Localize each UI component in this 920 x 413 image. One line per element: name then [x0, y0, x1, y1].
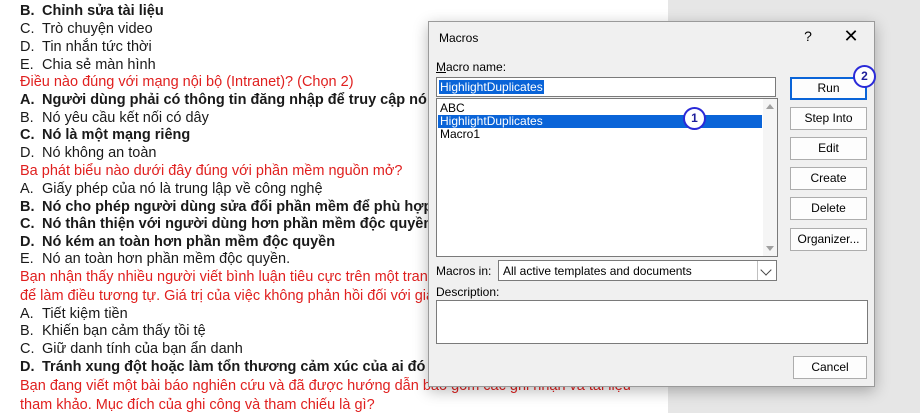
question-line: Bạn nhận thấy nhiều người viết bình luận… — [20, 268, 436, 286]
chevron-down-icon[interactable] — [757, 261, 776, 280]
macro-name-label-rest: acro name: — [446, 60, 507, 74]
line-text: Giấy phép của nó là trung lập về công ng… — [42, 181, 323, 197]
line-text: Tin nhắn tức thời — [42, 39, 152, 55]
answer-line: B. Khiến bạn cảm thấy tồi tệ — [20, 322, 206, 340]
answer-line: E. Nó an toàn hơn phần mềm độc quyền. — [20, 250, 290, 268]
line-text: Tránh xung đột hoặc làm tổn thương cảm x… — [42, 359, 426, 375]
line-text: Khiến bạn cảm thấy tồi tệ — [42, 323, 206, 339]
cancel-button[interactable]: Cancel — [793, 356, 867, 379]
line-text: Nó an toàn hơn phần mềm độc quyền. — [42, 251, 291, 267]
answer-letter: E. — [20, 57, 34, 73]
scroll-up-icon[interactable] — [766, 104, 774, 109]
question-line: để làm điều tương tự. Giá trị của việc k… — [20, 287, 442, 305]
line-text: Nó không an toàn — [42, 145, 157, 161]
annotation-badge-2: 2 — [853, 65, 876, 88]
line-text: Nó cho phép người dùng sửa đổi phần mềm … — [42, 199, 472, 215]
answer-letter: D. — [20, 359, 35, 375]
description-label: Description: — [436, 285, 500, 299]
macros-in-label: Macros in: — [436, 264, 492, 278]
delete-button[interactable]: Delete — [790, 197, 867, 220]
answer-letter: B. — [20, 110, 34, 126]
organizer-button[interactable]: Organizer... — [790, 228, 867, 251]
description-box — [436, 300, 868, 344]
answer-line: B. Nó yêu cầu kết nối có dây — [20, 109, 209, 127]
macro-name-label: Macro name: — [436, 60, 507, 74]
answer-letter: C. — [20, 127, 35, 143]
macros-dialog: Macros ? ✕ Macro name: HighlightDuplicat… — [428, 21, 875, 387]
line-text: Nó thân thiện với người dùng hơn phần mề… — [42, 216, 433, 232]
question-line: Ba phát biểu nào dưới đây đúng với phần … — [20, 162, 402, 180]
macro-name-value: HighlightDuplicates — [439, 80, 544, 94]
line-text: để làm điều tương tự. Giá trị của việc k… — [20, 288, 443, 304]
answer-line: A. Người dùng phải có thông tin đăng nhập… — [20, 91, 427, 109]
answer-letter: A. — [20, 92, 35, 108]
question-line: Điều nào đúng với mạng nội bộ (Intranet)… — [20, 73, 354, 91]
dialog-title: Macros — [439, 31, 479, 45]
line-text: Người dùng phải có thông tin đăng nhập đ… — [42, 92, 427, 108]
line-text: Nó là một mạng riêng — [42, 127, 191, 143]
line-text: Nó kém an toàn hơn phần mềm độc quyền — [42, 234, 336, 250]
line-text: Điều nào đúng với mạng nội bộ (Intranet)… — [20, 74, 354, 90]
answer-letter: C. — [20, 216, 35, 232]
edit-button[interactable]: Edit — [790, 137, 867, 160]
answer-line: D. Tránh xung đột hoặc làm tổn thương cảm… — [20, 358, 425, 376]
answer-line: A. Tiết kiệm tiền — [20, 305, 128, 323]
macro-name-input[interactable]: HighlightDuplicates — [436, 77, 776, 97]
macros-in-select[interactable]: All active templates and documents — [498, 260, 777, 281]
question-line: tham khảo. Mục đích của ghi công và tham… — [20, 396, 375, 413]
macro-list-item-selected[interactable]: HighlightDuplicates — [438, 115, 762, 128]
close-icon[interactable]: ✕ — [843, 26, 859, 47]
answer-line: D. Nó kém an toàn hơn phần mềm độc quyền — [20, 233, 335, 251]
answer-line: B. Chỉnh sửa tài liệu — [20, 2, 164, 20]
answer-letter: B. — [20, 199, 35, 215]
line-text: Nó yêu cầu kết nối có dây — [42, 110, 209, 126]
answer-line: C. Trò chuyện video — [20, 20, 153, 38]
line-text: Chỉnh sửa tài liệu — [42, 3, 164, 19]
answer-letter: A. — [20, 306, 34, 322]
scroll-down-icon[interactable] — [766, 246, 774, 251]
line-text: Chia sẻ màn hình — [42, 57, 156, 73]
answer-line: C. Nó là một mạng riêng — [20, 126, 190, 144]
annotation-badge-1: 1 — [683, 107, 706, 130]
macro-list[interactable]: ABC HighlightDuplicates Macro1 — [436, 98, 778, 257]
line-text: Tiết kiệm tiền — [42, 306, 128, 322]
answer-letter: D. — [20, 39, 35, 55]
answer-line: D. Nó không an toàn — [20, 144, 156, 162]
answer-letter: B. — [20, 3, 35, 19]
answer-line: C. Giữ danh tính của bạn ẩn danh — [20, 340, 243, 358]
help-icon[interactable]: ? — [801, 28, 815, 44]
macro-list-item[interactable]: Macro1 — [440, 128, 480, 141]
answer-letter: C. — [20, 21, 35, 37]
macro-list-scrollbar[interactable] — [763, 99, 777, 256]
answer-line: E. Chia sẻ màn hình — [20, 56, 156, 74]
line-text: Ba phát biểu nào dưới đây đúng với phần … — [20, 163, 403, 179]
answer-line: B. Nó cho phép người dùng sửa đổi phần mề… — [20, 198, 472, 216]
step-into-button[interactable]: Step Into — [790, 107, 867, 130]
line-text: tham khảo. Mục đích của ghi công và tham… — [20, 397, 375, 413]
answer-letter: D. — [20, 234, 35, 250]
answer-line: D. Tin nhắn tức thời — [20, 38, 152, 56]
macros-in-value: All active templates and documents — [503, 264, 692, 278]
answer-letter: B. — [20, 323, 34, 339]
answer-letter: A. — [20, 181, 34, 197]
line-text: Giữ danh tính của bạn ẩn danh — [42, 341, 243, 357]
answer-letter: C. — [20, 341, 35, 357]
line-text: Trò chuyện video — [42, 21, 153, 37]
dialog-titlebar[interactable]: Macros ? ✕ — [429, 22, 874, 54]
answer-letter: E. — [20, 251, 34, 267]
answer-line: A. Giấy phép của nó là trung lập về công … — [20, 180, 323, 198]
create-button[interactable]: Create — [790, 167, 867, 190]
answer-letter: D. — [20, 145, 35, 161]
answer-line: C. Nó thân thiện với người dùng hơn phần … — [20, 215, 432, 233]
line-text: Bạn nhận thấy nhiều người viết bình luận… — [20, 269, 436, 285]
